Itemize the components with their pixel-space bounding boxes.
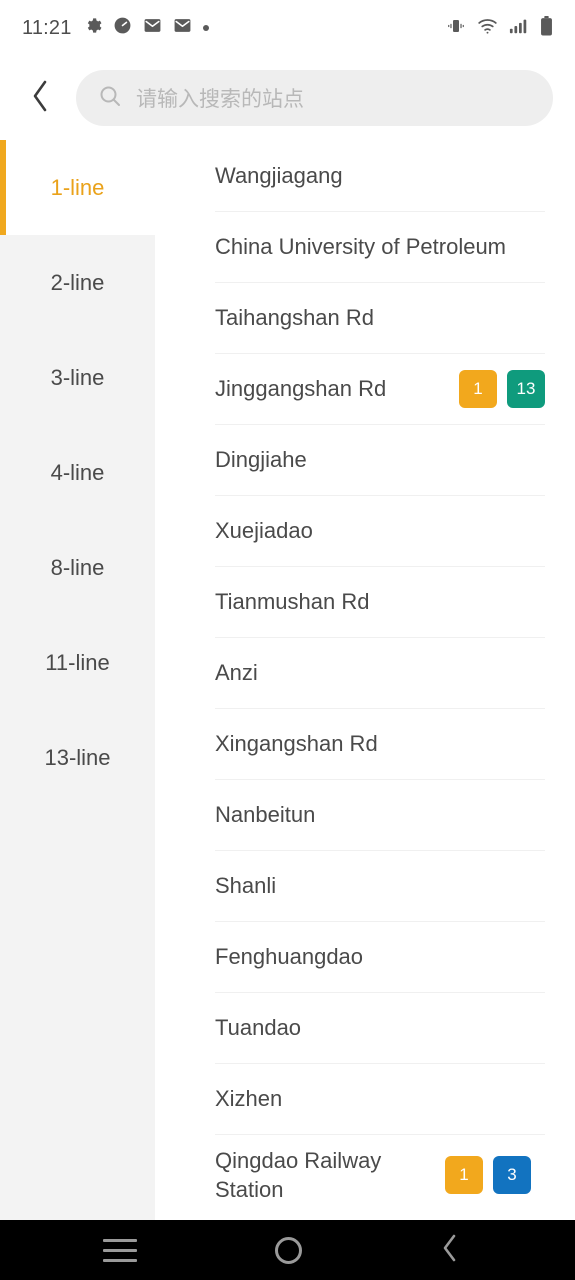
sidebar-item-3-line[interactable]: 3-line — [0, 330, 155, 425]
station-row[interactable]: Qingdao Railway Station 1 3 — [155, 1134, 575, 1216]
line-badge[interactable]: 1 — [445, 1156, 483, 1194]
station-row[interactable]: Xingangshan Rd — [155, 708, 575, 779]
line-badge[interactable]: 13 — [507, 369, 545, 408]
status-bar-right — [446, 15, 553, 41]
cellular-signal-icon — [509, 17, 529, 40]
station-row[interactable]: Anzi — [155, 637, 575, 708]
station-name: Xingangshan Rd — [215, 730, 378, 756]
home-button[interactable] — [253, 1220, 323, 1280]
station-name: Dingjiahe — [215, 446, 307, 472]
mail-icon — [173, 16, 192, 40]
station-row[interactable]: Shanli — [155, 850, 575, 921]
chevron-left-icon — [440, 1233, 460, 1268]
search-header: 请输入搜索的站点 — [0, 56, 575, 140]
line-badges: 1 13 — [459, 369, 545, 408]
station-row[interactable]: Xuejiadao — [155, 495, 575, 566]
back-button[interactable] — [22, 76, 58, 120]
station-row[interactable]: Tuandao — [155, 992, 575, 1063]
status-bar-left: 11:21 — [22, 16, 209, 40]
station-row[interactable]: Nanbeitun — [155, 779, 575, 850]
sidebar-item-8-line[interactable]: 8-line — [0, 520, 155, 615]
station-name: Anzi — [215, 659, 258, 685]
line-badge[interactable]: 3 — [493, 1156, 531, 1194]
station-name: Xuejiadao — [215, 517, 313, 543]
station-name: Shanli — [215, 872, 277, 898]
station-name: Fenghuangdao — [215, 943, 364, 969]
station-name: China University of Petroleum — [215, 233, 507, 259]
station-row[interactable]: Wangjiagang — [155, 140, 575, 211]
sidebar-item-label: 1-line — [50, 174, 105, 200]
sidebar-item-13-line[interactable]: 13-line — [0, 710, 155, 805]
sidebar-item-label: 2-line — [50, 269, 105, 295]
dot-icon — [202, 25, 209, 31]
home-circle-icon — [274, 1236, 302, 1264]
recents-button[interactable] — [85, 1220, 155, 1280]
station-row[interactable]: Dingjiahe — [155, 424, 575, 495]
station-name: Taihangshan Rd — [215, 304, 375, 330]
sidebar-item-label: 8-line — [50, 554, 105, 580]
line-sidebar: 1-line 2-line 3-line 4-line 8-line 11-li… — [0, 140, 155, 1220]
sidebar-item-label: 11-line — [45, 649, 110, 675]
station-row[interactable]: Fenghuangdao — [155, 921, 575, 992]
mail-icon — [143, 16, 162, 40]
search-placeholder: 请输入搜索的站点 — [136, 88, 304, 111]
station-row[interactable]: Jinggangshan Rd 1 13 — [155, 353, 575, 424]
wifi-icon — [477, 17, 498, 40]
sidebar-item-11-line[interactable]: 11-line — [0, 615, 155, 710]
station-name: Xizhen — [215, 1085, 283, 1111]
station-row[interactable]: Xizhen — [155, 1063, 575, 1134]
nav-back-button[interactable] — [415, 1220, 485, 1280]
battery-icon — [540, 15, 553, 41]
status-bar: 11:21 — [0, 0, 575, 56]
sidebar-item-1-line[interactable]: 1-line — [0, 140, 155, 235]
station-name: Qingdao Railway Station — [215, 1147, 382, 1202]
sidebar-item-label: 13-line — [44, 744, 111, 770]
station-name: Tuandao — [215, 1014, 302, 1040]
line-badges: 1 3 — [445, 1156, 531, 1194]
menu-icon — [103, 1238, 137, 1262]
station-row[interactable]: Taihangshan Rd — [155, 282, 575, 353]
android-nav-bar — [0, 1220, 575, 1280]
station-name: Wangjiagang — [215, 162, 343, 188]
status-time: 11:21 — [22, 16, 72, 39]
vibrate-icon — [446, 17, 466, 40]
station-list[interactable]: Wangjiagang China University of Petroleu… — [155, 140, 575, 1220]
station-row[interactable]: Tianmushan Rd — [155, 566, 575, 637]
search-input[interactable]: 请输入搜索的站点 — [76, 70, 553, 126]
station-name: Tianmushan Rd — [215, 588, 370, 614]
station-name: Jinggangshan Rd — [215, 375, 387, 401]
app-root: 11:21 请输入搜索的站点 1-line 2-line 3-line 4-li… — [0, 0, 575, 1280]
chevron-left-icon — [29, 78, 51, 119]
search-icon — [98, 84, 122, 113]
speedometer-icon — [113, 16, 132, 40]
station-row[interactable]: China University of Petroleum — [155, 211, 575, 282]
sidebar-item-2-line[interactable]: 2-line — [0, 235, 155, 330]
station-name: Nanbeitun — [215, 801, 316, 827]
gear-icon — [83, 16, 102, 40]
content-area: 1-line 2-line 3-line 4-line 8-line 11-li… — [0, 140, 575, 1220]
sidebar-item-label: 4-line — [50, 459, 105, 485]
sidebar-item-label: 3-line — [50, 364, 105, 390]
sidebar-item-4-line[interactable]: 4-line — [0, 425, 155, 520]
line-badge[interactable]: 1 — [459, 369, 497, 408]
